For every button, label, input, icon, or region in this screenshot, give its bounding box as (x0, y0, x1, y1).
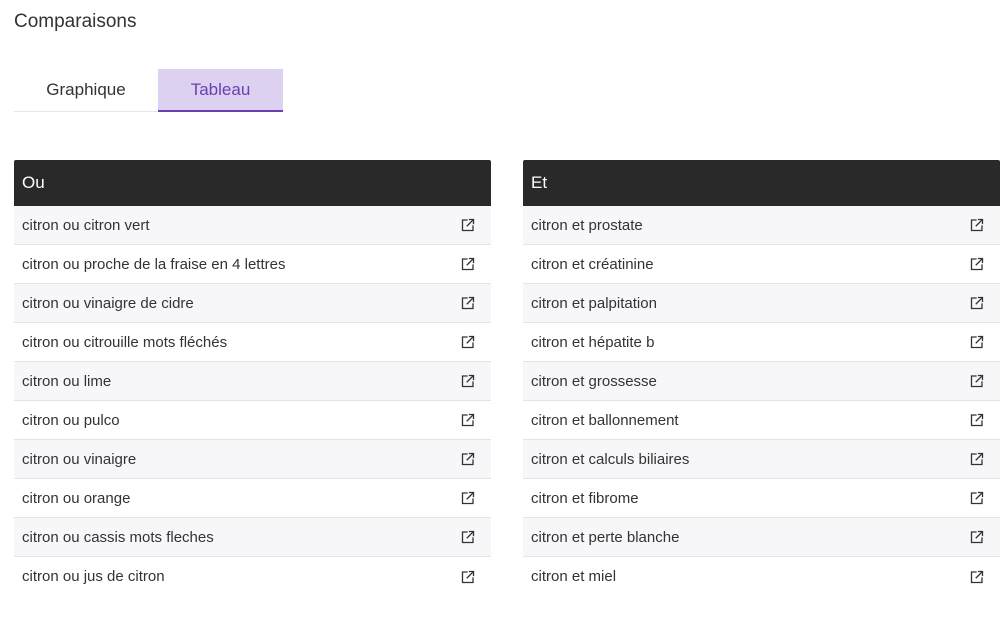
external-link-icon[interactable] (969, 529, 985, 545)
table-row[interactable]: citron et fibrome (523, 479, 1000, 518)
row-label: citron ou jus de citron (22, 568, 165, 585)
external-link-icon[interactable] (460, 529, 476, 545)
table-row[interactable]: citron ou proche de la fraise en 4 lettr… (14, 245, 491, 284)
table-header: Ou (14, 160, 491, 206)
table-header: Et (523, 160, 1000, 206)
table-row[interactable]: citron ou citrouille mots fléchés (14, 323, 491, 362)
external-link-icon[interactable] (969, 569, 985, 585)
table-row[interactable]: citron et grossesse (523, 362, 1000, 401)
table-row[interactable]: citron ou orange (14, 479, 491, 518)
row-label: citron et calculs biliaires (531, 450, 690, 468)
external-link-icon[interactable] (460, 373, 476, 389)
view-tabs: Graphique Tableau (14, 69, 283, 112)
row-label: citron et créatinine (531, 255, 654, 273)
tab-tableau[interactable]: Tableau (158, 69, 283, 112)
row-label: citron et palpitation (531, 294, 657, 312)
external-link-icon[interactable] (969, 334, 985, 350)
row-label: citron et ballonnement (531, 411, 679, 429)
row-label: citron ou pulco (22, 411, 120, 429)
external-link-icon[interactable] (460, 490, 476, 506)
row-label: citron ou cassis mots fleches (22, 528, 214, 546)
table-row[interactable]: citron et hépatite b (523, 323, 1000, 362)
table-row[interactable]: citron ou lime (14, 362, 491, 401)
external-link-icon[interactable] (969, 295, 985, 311)
table-row[interactable]: citron et créatinine (523, 245, 1000, 284)
table-body: citron et prostate citron et créatinine ci… (523, 206, 1000, 596)
row-label: citron ou citrouille mots fléchés (22, 333, 228, 351)
table-row[interactable]: citron et perte blanche (523, 518, 1000, 557)
external-link-icon[interactable] (460, 217, 476, 233)
table-row[interactable]: citron ou citron vert (14, 206, 491, 245)
row-label: citron ou vinaigre (22, 450, 137, 468)
external-link-icon[interactable] (969, 373, 985, 389)
external-link-icon[interactable] (969, 451, 985, 467)
section-title: Comparaisons (14, 11, 137, 32)
row-label: citron et prostate (531, 216, 643, 234)
external-link-icon[interactable] (460, 256, 476, 272)
row-label: citron et perte blanche (531, 528, 680, 546)
row-label: citron ou lime (22, 372, 112, 390)
table-row[interactable]: citron ou pulco (14, 401, 491, 440)
row-label: citron ou citron vert (22, 216, 150, 234)
external-link-icon[interactable] (460, 412, 476, 428)
row-label: citron et hépatite b (531, 333, 655, 351)
table-ou: Ou citron ou citron vert citron ou proche… (14, 160, 491, 596)
table-row[interactable]: citron ou vinaigre de cidre (14, 284, 491, 323)
tab-graphique[interactable]: Graphique (14, 69, 158, 111)
table-row[interactable]: citron et miel (523, 557, 1000, 596)
table-row[interactable]: citron ou jus de citron (14, 557, 491, 596)
table-body: citron ou citron vert citron ou proche de… (14, 206, 491, 596)
row-label: citron ou orange (22, 489, 131, 507)
row-label: citron et fibrome (531, 489, 639, 507)
external-link-icon[interactable] (969, 412, 985, 428)
table-row[interactable]: citron ou cassis mots fleches (14, 518, 491, 557)
table-row[interactable]: citron et ballonnement (523, 401, 1000, 440)
row-label: citron ou proche de la fraise en 4 lettr… (22, 255, 286, 273)
row-label: citron et miel (531, 568, 617, 585)
external-link-icon[interactable] (460, 334, 476, 350)
external-link-icon[interactable] (460, 451, 476, 467)
external-link-icon[interactable] (460, 295, 476, 311)
external-link-icon[interactable] (969, 490, 985, 506)
table-row[interactable]: citron ou vinaigre (14, 440, 491, 479)
table-et: Et citron et prostate citron et créatinin… (523, 160, 1000, 596)
table-row[interactable]: citron et prostate (523, 206, 1000, 245)
external-link-icon[interactable] (969, 217, 985, 233)
external-link-icon[interactable] (460, 569, 476, 585)
row-label: citron ou vinaigre de cidre (22, 294, 194, 312)
row-label: citron et grossesse (531, 372, 657, 390)
table-row[interactable]: citron et calculs biliaires (523, 440, 1000, 479)
external-link-icon[interactable] (969, 256, 985, 272)
table-row[interactable]: citron et palpitation (523, 284, 1000, 323)
